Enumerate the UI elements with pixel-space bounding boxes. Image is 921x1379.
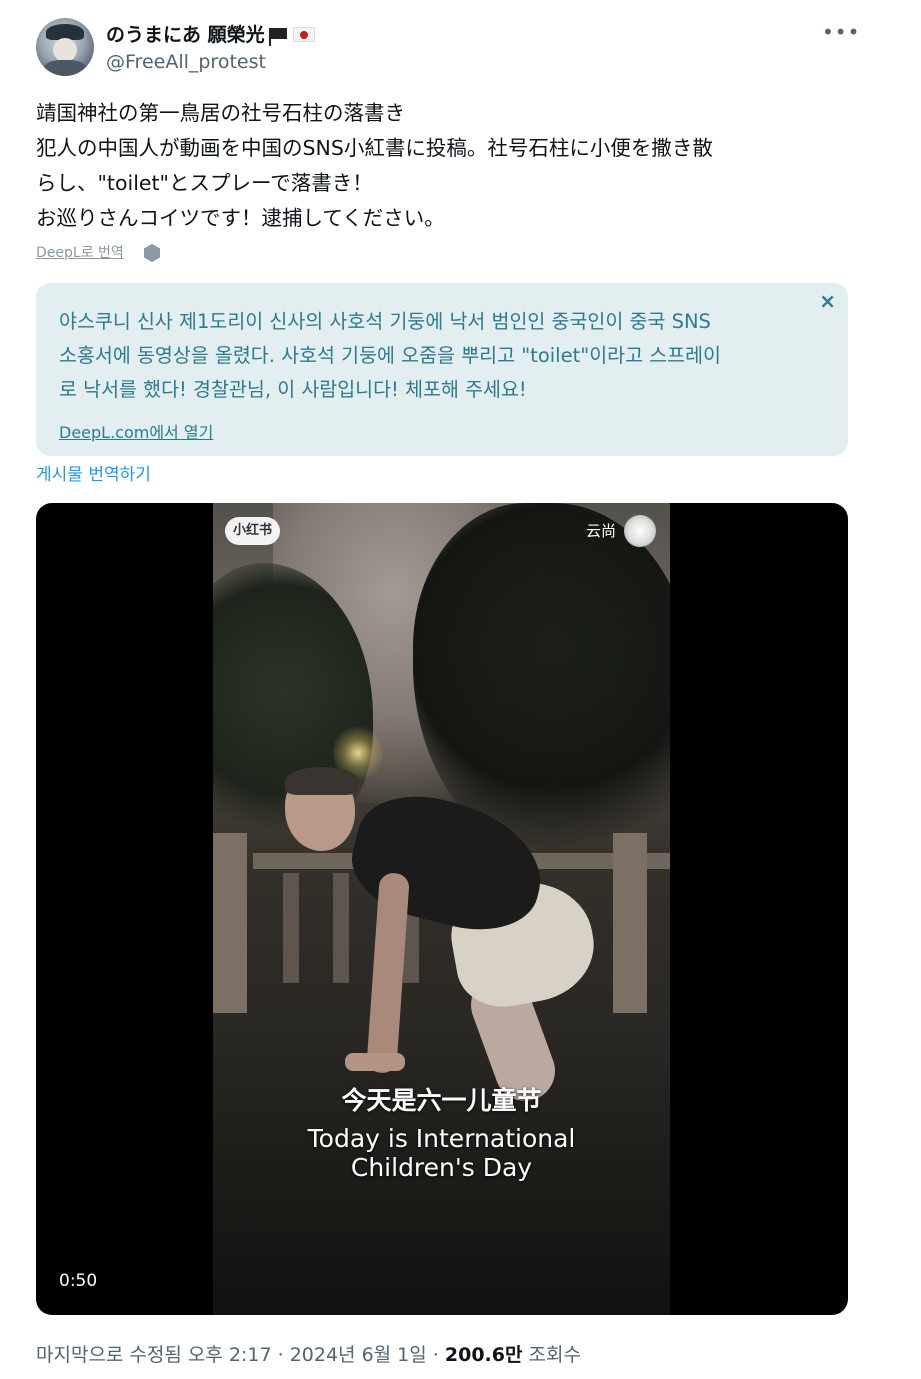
deepl-translate-link[interactable]: DeepL로 번역 <box>36 242 124 262</box>
views-label: 조회수 <box>522 1344 581 1366</box>
deepl-logo-icon <box>144 244 160 262</box>
translation-text: 야스쿠니 신사 제1도리이 신사의 사호석 기둥에 낙서 범인인 중국인이 중국… <box>59 305 819 407</box>
tweet-line: 犯人の中国人が動画を中国のSNS小紅書に投稿。社号石柱に小便を撒き散 <box>36 136 713 160</box>
author-name-text[interactable]: のうまにあ 願榮光 <box>106 24 265 46</box>
tweet-header: のうまにあ 願榮光 @FreeAll_protest ••• <box>36 18 859 82</box>
xiaohongshu-watermark: 小红书 <box>225 517 281 545</box>
fence-bar <box>333 873 349 983</box>
translation-line: 로 낙서를 했다! 경찰관님, 이 사람입니다! 체포해 주세요! <box>59 378 527 401</box>
open-in-deepl-link[interactable]: DeepL.com에서 열기 <box>59 419 213 443</box>
video-duration: 0:50 <box>59 1271 98 1291</box>
tweet-meta: 마지막으로 수정됨 오후 2:17 · 2024년 6월 1일 · 200.6만… <box>36 1340 581 1367</box>
avatar-face-shape <box>53 38 77 62</box>
video-player[interactable]: 小红书 云尚 今天是六一儿童节 Today is International C… <box>36 503 848 1315</box>
black-flag-icon <box>268 28 287 46</box>
translation-line: 야스쿠니 신사 제1도리이 신사의 사호석 기둥에 낙서 범인인 중국인이 중국… <box>59 310 711 333</box>
translate-post-button[interactable]: 게시물 번역하기 <box>36 460 151 485</box>
subtitle-english-line: Children's Day <box>350 1153 533 1182</box>
tweet-body: 靖国神社の第一鳥居の社号石柱の落書き 犯人の中国人が動画を中国のSNS小紅書に投… <box>36 96 856 236</box>
fence-bar <box>283 873 299 983</box>
person-hair-shape <box>285 767 359 795</box>
person-hand-shape <box>345 1053 405 1071</box>
avatar-body-shape <box>44 60 86 76</box>
subtitle-chinese: 今天是六一儿童节 <box>341 1086 542 1115</box>
video-author-name: 云尚 <box>585 522 616 540</box>
author-display-name[interactable]: のうまにあ 願榮光 <box>106 20 315 47</box>
fence-post <box>613 833 647 1013</box>
tweet-line: お巡りさんコイツです！逮捕してください。 <box>36 206 445 230</box>
video-author: 云尚 <box>586 515 656 547</box>
close-icon[interactable]: × <box>819 289 836 313</box>
video-frame: 小红书 云尚 今天是六一儿童节 Today is International C… <box>213 503 670 1315</box>
translation-line: 소홍서에 동영상을 올렸다. 사호석 기둥에 오줌을 뿌리고 "toilet"이… <box>59 344 721 367</box>
tweet-line: らし、"toilet"とスプレーで落書き！ <box>36 171 373 195</box>
fence-post <box>213 833 247 1013</box>
translation-panel: × 야스쿠니 신사 제1도리이 신사의 사호석 기둥에 낙서 범인인 중국인이 … <box>36 283 848 456</box>
tweet-line: 靖国神社の第一鳥居の社号石柱の落書き <box>36 101 405 125</box>
japan-flag-icon <box>292 27 315 42</box>
subtitle-english: Today is International Children's Day <box>213 1124 670 1182</box>
edited-timestamp[interactable]: 마지막으로 수정됨 오후 2:17 · 2024년 6월 1일 · <box>36 1344 445 1366</box>
author-avatar[interactable] <box>36 18 94 76</box>
more-options-icon[interactable]: ••• <box>822 22 859 46</box>
author-handle[interactable]: @FreeAll_protest <box>106 51 266 73</box>
video-author-avatar <box>624 515 656 547</box>
subtitle-english-line: Today is International <box>307 1124 576 1153</box>
views-count: 200.6만 <box>444 1344 523 1366</box>
